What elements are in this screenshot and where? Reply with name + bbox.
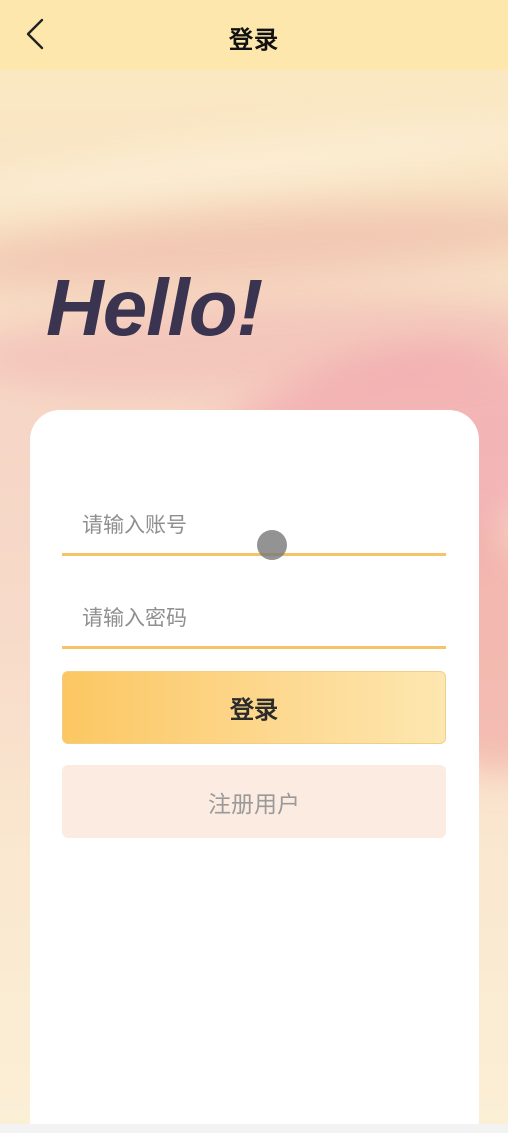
register-button[interactable]: 注册用户: [62, 765, 446, 838]
login-button[interactable]: 登录: [62, 671, 446, 744]
navigation-bar: 登录: [0, 0, 508, 70]
login-card: 登录 注册用户: [30, 410, 479, 1124]
password-input[interactable]: [62, 590, 446, 646]
account-field: [62, 497, 446, 556]
hello-heading: Hello!: [46, 263, 263, 352]
touch-indicator: [257, 530, 287, 560]
account-input[interactable]: [62, 497, 446, 553]
app-screen: 登录 Hello! 登录 注册用户: [0, 0, 508, 1124]
password-field: [62, 590, 446, 649]
page-title: 登录: [229, 26, 279, 54]
